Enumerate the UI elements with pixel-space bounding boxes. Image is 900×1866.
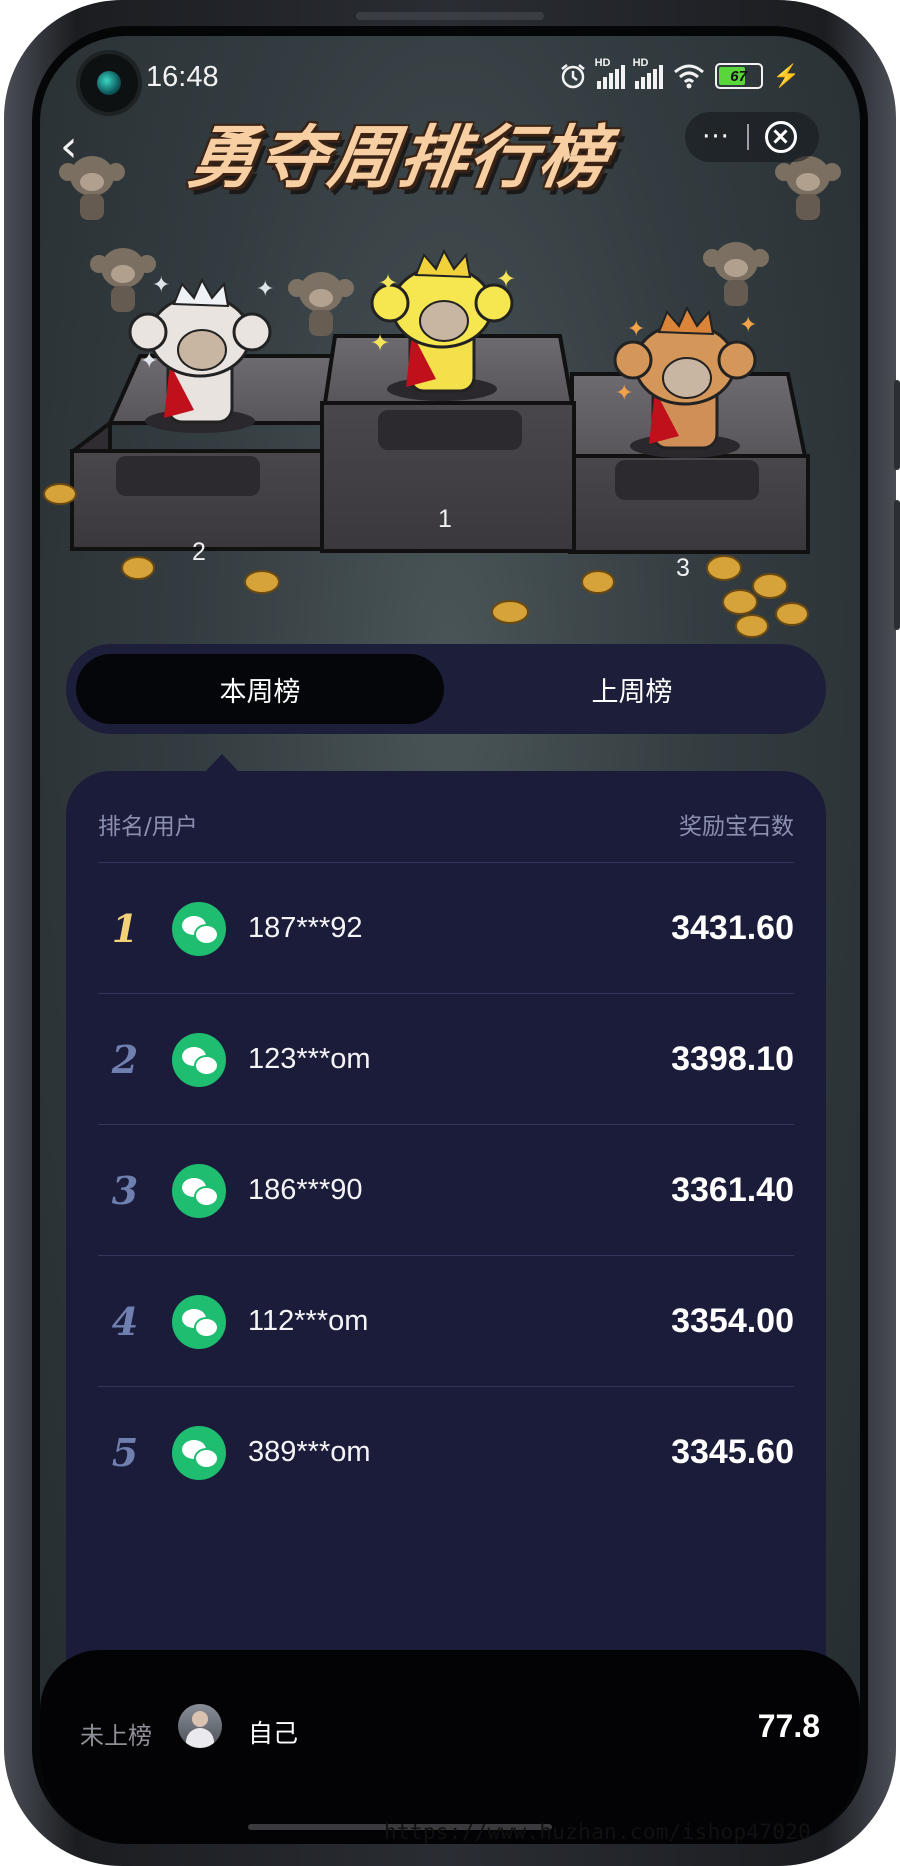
ranking-tabs: 本周榜 上周榜	[66, 644, 826, 734]
charging-icon: ⚡	[772, 63, 800, 88]
signal-icon: HD	[633, 57, 663, 89]
svg-text:✦: ✦	[627, 317, 645, 342]
user-name: 186***90	[248, 1174, 363, 1206]
svg-text:✦: ✦	[378, 269, 398, 297]
active-tab-pointer	[205, 754, 239, 772]
signal-icon: HD	[595, 57, 625, 89]
reward-amount: 3431.60	[671, 909, 794, 947]
miniprogram-capsule: ···	[685, 112, 819, 162]
earpiece-speaker	[356, 12, 544, 20]
table-row: 1 187***92 3431.60	[98, 862, 794, 994]
user-name: 187***92	[248, 912, 363, 944]
tab-last-week[interactable]: 上周榜	[448, 654, 816, 724]
rank-number: 1	[111, 906, 139, 951]
rank-number: 2	[111, 1037, 139, 1082]
status-time: 16:48	[146, 61, 219, 93]
rank-number: 3	[111, 1168, 139, 1213]
podium-rank-1-label: 1	[438, 505, 452, 533]
watermark: https://www.huzhan.com/ishop47020	[384, 1820, 812, 1844]
wechat-icon	[172, 1294, 226, 1349]
user-name: 389***om	[248, 1436, 371, 1468]
svg-text:✦: ✦	[256, 277, 274, 302]
table-row: 5 389***om 3345.60	[98, 1386, 794, 1518]
table-row: 2 123***om 3398.10	[98, 993, 794, 1125]
svg-text:✦: ✦	[615, 381, 633, 406]
alarm-icon	[560, 64, 585, 89]
my-rank-status: 未上榜	[80, 1722, 152, 1750]
reward-amount: 3398.10	[671, 1040, 794, 1078]
list-header: 排名/用户 奖励宝石数	[98, 807, 794, 841]
column-rank-user: 排名/用户	[98, 814, 198, 840]
user-name: 112***om	[248, 1305, 369, 1337]
svg-text:✦: ✦	[496, 265, 516, 293]
svg-text:✦: ✦	[140, 349, 158, 374]
reward-amount: 3345.60	[671, 1433, 794, 1471]
reward-amount: 3361.40	[671, 1171, 794, 1209]
table-row: 3 186***90 3361.40	[98, 1124, 794, 1256]
rank-number: 4	[111, 1299, 139, 1344]
capsule-divider	[747, 124, 749, 150]
user-name: 123***om	[248, 1043, 371, 1075]
my-name: 自己	[248, 1719, 299, 1748]
tab-this-week[interactable]: 本周榜	[76, 654, 444, 724]
screen: ✦ ✦ ✦ ✦ ✦ ✦ ✦ ✦ ✦ 2 1 3 16:48 HD HD 67 ⚡…	[40, 36, 860, 1844]
wechat-icon	[172, 1032, 226, 1087]
battery-icon: 67	[714, 63, 763, 89]
wifi-icon	[673, 64, 704, 89]
back-button[interactable]: ‹	[60, 121, 78, 172]
volume-button	[894, 380, 900, 470]
wechat-icon	[172, 1425, 226, 1480]
svg-text:✦: ✦	[152, 273, 170, 298]
wechat-icon	[172, 1163, 226, 1218]
more-button[interactable]: ···	[685, 122, 747, 152]
avatar	[178, 1704, 222, 1748]
table-row: 4 112***om 3354.00	[98, 1255, 794, 1387]
podium-rank-3-label: 3	[676, 554, 690, 582]
my-score: 77.8	[757, 1708, 820, 1744]
svg-text:✦: ✦	[739, 313, 757, 338]
reward-amount: 3354.00	[671, 1302, 794, 1340]
wechat-icon	[172, 901, 226, 956]
close-icon[interactable]	[765, 121, 797, 153]
my-rank-bar: 未上榜 自己 77.8	[40, 1650, 860, 1844]
page-title: 勇夺周排行榜	[183, 119, 615, 198]
podium-rank-2-label: 2	[192, 538, 206, 566]
power-button	[894, 500, 900, 630]
status-icons: HD HD 67 ⚡	[559, 57, 800, 90]
front-camera	[80, 54, 138, 112]
column-reward: 奖励宝石数	[679, 814, 794, 840]
rank-number: 5	[111, 1430, 139, 1475]
svg-text:✦: ✦	[370, 329, 390, 357]
